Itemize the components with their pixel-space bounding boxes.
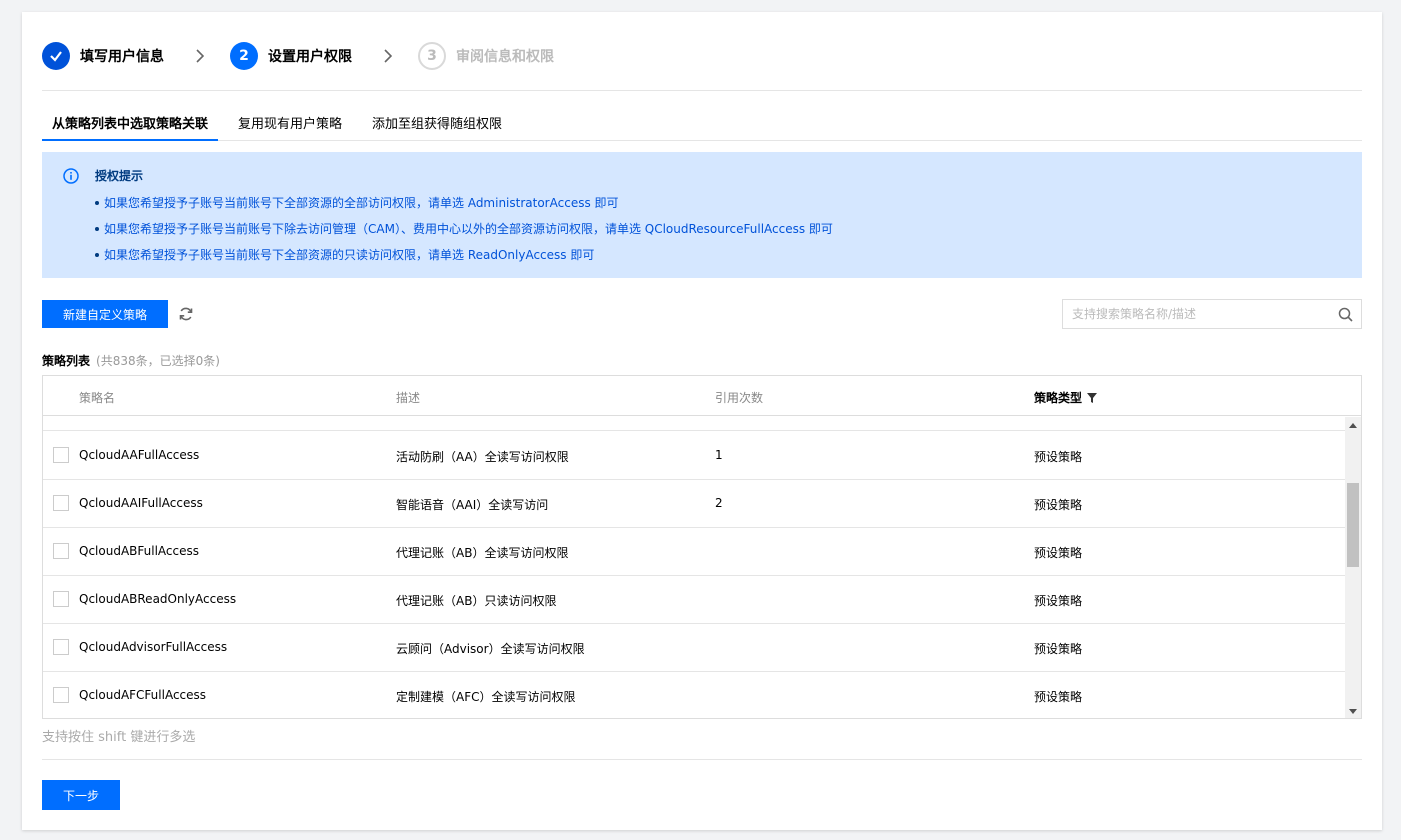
column-header-type: 策略类型: [1034, 389, 1098, 406]
column-header-type-label: 策略类型: [1034, 391, 1083, 405]
table-body: QcloudAAFullAccess 活动防刷（AA）全读写访问权限 1 预设策…: [43, 417, 1345, 718]
step-2-label: 设置用户权限: [268, 49, 352, 65]
policy-desc: 活动防刷（AA）全读写访问权限: [396, 450, 569, 464]
policy-count: 2: [715, 496, 723, 510]
new-custom-policy-button[interactable]: 新建自定义策略: [42, 300, 168, 328]
table-header: 策略名 描述 引用次数 策略类型: [43, 376, 1361, 416]
row-checkbox[interactable]: [53, 687, 69, 703]
table-row-partial: [43, 417, 1345, 431]
policy-type: 预设策略: [1034, 594, 1083, 608]
tab-add-to-group[interactable]: 添加至组获得随组权限: [362, 116, 512, 140]
footer-divider: [42, 759, 1362, 760]
scrollbar-thumb[interactable]: [1347, 483, 1359, 567]
search-icon[interactable]: [1338, 307, 1353, 322]
check-icon: [42, 42, 70, 70]
policy-name: QcloudAdvisorFullAccess: [79, 640, 228, 654]
table-row[interactable]: QcloudAdvisorFullAccess 云顾问（Advisor）全读写访…: [43, 624, 1345, 672]
main-card: 填写用户信息 2 设置用户权限 3 审阅信息和权限 从策略列表中选取策略关联 复…: [22, 12, 1382, 830]
multi-select-hint: 支持按住 shift 键进行多选: [42, 730, 196, 745]
row-checkbox[interactable]: [53, 447, 69, 463]
list-title-text: 策略列表: [42, 354, 91, 368]
policy-count: 1: [715, 448, 723, 462]
policy-type: 预设策略: [1034, 642, 1083, 656]
chevron-right-icon: [384, 49, 392, 63]
policy-name: QcloudAAFullAccess: [79, 448, 200, 462]
table-row[interactable]: QcloudABFullAccess 代理记账（AB）全读写访问权限 预设策略: [43, 528, 1345, 576]
column-header-name: 策略名: [79, 391, 116, 405]
policy-desc: 代理记账（AB）全读写访问权限: [396, 546, 569, 560]
policy-name: QcloudAAIFullAccess: [79, 496, 203, 510]
policy-type: 预设策略: [1034, 546, 1083, 560]
step-3-label: 审阅信息和权限: [456, 49, 554, 65]
step-3-number: 3: [418, 42, 446, 70]
column-header-desc: 描述: [396, 391, 421, 405]
scroll-down-arrow-icon[interactable]: [1345, 703, 1361, 718]
policy-table: 策略名 描述 引用次数 策略类型 QcloudAAFullAccess 活动防刷…: [42, 375, 1362, 719]
filter-icon[interactable]: [1087, 392, 1098, 403]
step-2-number: 2: [230, 42, 258, 70]
alert-title: 授权提示: [95, 169, 144, 183]
policy-type: 预设策略: [1034, 690, 1083, 704]
tab-bar: 从策略列表中选取策略关联 复用现有用户策略 添加至组获得随组权限: [42, 116, 1362, 141]
refresh-icon[interactable]: [178, 306, 194, 322]
step-3: 3 审阅信息和权限: [418, 42, 554, 70]
table-scrollbar[interactable]: [1345, 417, 1361, 718]
row-checkbox[interactable]: [53, 591, 69, 607]
row-checkbox[interactable]: [53, 639, 69, 655]
alert-item: 如果您希望授予子账号当前账号下全部资源的全部访问权限，请单选 Administr…: [95, 192, 833, 218]
info-icon: [63, 168, 79, 184]
step-2: 2 设置用户权限: [230, 42, 352, 70]
alert-list: 如果您希望授予子账号当前账号下全部资源的全部访问权限，请单选 Administr…: [95, 192, 833, 270]
chevron-right-icon: [196, 49, 204, 63]
stepper: 填写用户信息 2 设置用户权限 3 审阅信息和权限: [42, 42, 554, 70]
auth-tip-alert: 授权提示 如果您希望授予子账号当前账号下全部资源的全部访问权限，请单选 Admi…: [42, 152, 1362, 278]
policy-name: QcloudABFullAccess: [79, 544, 199, 558]
alert-item: 如果您希望授予子账号当前账号下除去访问管理（CAM）、费用中心以外的全部资源访问…: [95, 218, 833, 244]
policy-desc: 智能语音（AAI）全读写访问: [396, 498, 549, 512]
row-checkbox[interactable]: [53, 543, 69, 559]
policy-desc: 定制建模（AFC）全读写访问权限: [396, 690, 576, 704]
policy-desc: 云顾问（Advisor）全读写访问权限: [396, 642, 585, 656]
tab-select-from-list[interactable]: 从策略列表中选取策略关联: [42, 116, 219, 141]
policy-name: QcloudABReadOnlyAccess: [79, 592, 237, 606]
policy-desc: 代理记账（AB）只读访问权限: [396, 594, 557, 608]
table-row[interactable]: QcloudAAFullAccess 活动防刷（AA）全读写访问权限 1 预设策…: [43, 432, 1345, 480]
list-count: (共838条，已选择0条): [96, 354, 220, 368]
search-box: [1062, 299, 1362, 329]
step-1-label: 填写用户信息: [80, 49, 164, 65]
column-header-count: 引用次数: [715, 391, 764, 405]
alert-item: 如果您希望授予子账号当前账号下全部资源的只读访问权限，请单选 ReadOnlyA…: [95, 244, 833, 270]
next-step-button[interactable]: 下一步: [42, 780, 120, 810]
search-input[interactable]: [1063, 300, 1323, 328]
step-1: 填写用户信息: [42, 42, 164, 70]
row-checkbox[interactable]: [53, 495, 69, 511]
policy-name: QcloudAFCFullAccess: [79, 688, 207, 702]
policy-type: 预设策略: [1034, 450, 1083, 464]
steps-divider: [42, 90, 1362, 91]
table-row[interactable]: QcloudABReadOnlyAccess 代理记账（AB）只读访问权限 预设…: [43, 576, 1345, 624]
table-row[interactable]: QcloudAAIFullAccess 智能语音（AAI）全读写访问 2 预设策…: [43, 480, 1345, 528]
tab-reuse-user-policy[interactable]: 复用现有用户策略: [228, 116, 352, 140]
table-row[interactable]: QcloudAFCFullAccess 定制建模（AFC）全读写访问权限 预设策…: [43, 672, 1345, 718]
policy-type: 预设策略: [1034, 498, 1083, 512]
scroll-up-arrow-icon[interactable]: [1345, 417, 1361, 433]
policy-list-title: 策略列表 (共838条，已选择0条): [42, 352, 220, 369]
